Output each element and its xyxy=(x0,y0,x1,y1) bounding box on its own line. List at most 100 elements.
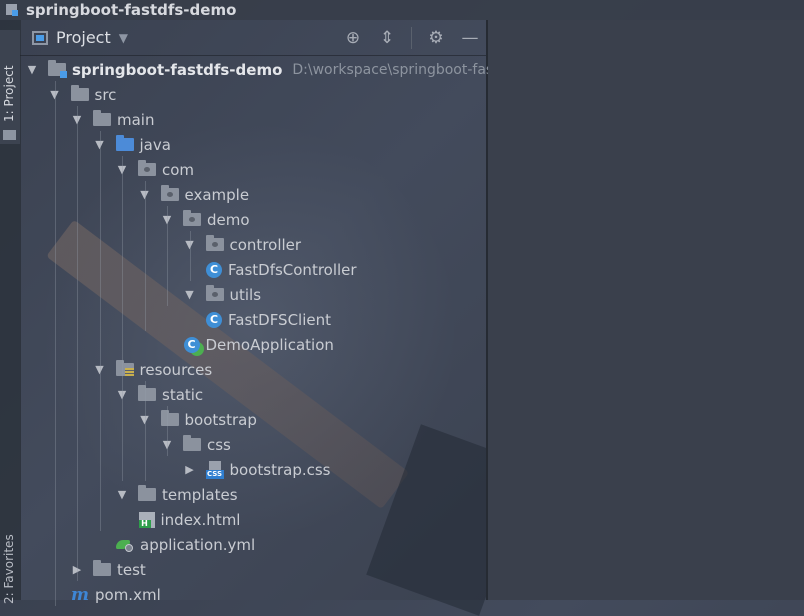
tree-item[interactable]: C FastDFSClient xyxy=(206,307,331,332)
package-icon xyxy=(205,235,224,251)
tree-item-label: java xyxy=(139,135,171,154)
tree-item-label: demo xyxy=(207,210,250,229)
tree-item[interactable]: Hindex.html xyxy=(138,507,241,532)
project-tool-tab[interactable]: 1: Project xyxy=(0,30,20,144)
tree-item[interactable]: C FastDfsController xyxy=(206,257,357,282)
source-folder-icon xyxy=(115,135,134,151)
folder-icon xyxy=(138,385,156,401)
indent-guide xyxy=(167,406,168,456)
tree-item[interactable]: ▼ css xyxy=(161,432,231,457)
folder-icon xyxy=(183,435,201,451)
project-view-selector[interactable]: Project xyxy=(56,28,111,47)
collapsed-arrow-icon[interactable]: ▶ xyxy=(184,463,196,476)
project-tool-tab-label: 1: Project xyxy=(2,65,16,122)
tree-item-label: FastDfsController xyxy=(228,260,357,279)
editor-area[interactable] xyxy=(488,20,804,600)
tree-item[interactable]: ▼ java xyxy=(94,132,171,157)
collapse-all-icon[interactable]: ⇕ xyxy=(377,28,397,48)
tree-item-label: application.yml xyxy=(140,535,256,554)
folder-icon xyxy=(93,560,111,576)
folder-icon xyxy=(138,485,156,501)
html-file-icon: H xyxy=(138,511,155,528)
tree-item-label: resources xyxy=(139,360,213,379)
tree-item-label: bootstrap.css xyxy=(229,460,331,479)
project-module-icon xyxy=(4,3,20,17)
tree-item[interactable]: C DemoApplication xyxy=(183,332,334,357)
class-icon: C xyxy=(206,311,222,328)
indent-guide xyxy=(54,81,56,606)
tree-item-label: static xyxy=(162,385,204,404)
tree-item[interactable]: ▼ demo xyxy=(161,207,250,232)
tree-item[interactable]: ▼ controller xyxy=(184,232,302,257)
indent-guide xyxy=(99,131,101,531)
tree-item[interactable]: m pom.xml xyxy=(71,582,161,607)
window-title: springboot-fastdfs-demo xyxy=(26,1,237,19)
expanded-arrow-icon[interactable]: ▼ xyxy=(184,288,196,301)
indent-guide xyxy=(144,381,146,481)
indent-guide xyxy=(77,106,78,581)
tree-item-label: index.html xyxy=(160,510,241,529)
class-icon: C xyxy=(206,261,222,278)
project-panel-header: Project ▼ ⊕ ⇕ ⚙ — xyxy=(20,20,486,56)
hide-panel-icon[interactable]: — xyxy=(460,28,480,48)
tree-item-label: DemoApplication xyxy=(205,335,334,354)
tree-item-label: FastDFSClient xyxy=(228,310,332,329)
tree-item[interactable]: ▼ utils xyxy=(184,282,262,307)
chevron-down-icon[interactable]: ▼ xyxy=(119,31,128,45)
panel-header-actions: ⊕ ⇕ ⚙ — xyxy=(343,20,480,56)
favorites-tool-tab-label: 2: Favorites xyxy=(2,534,16,604)
tree-item-label: pom.xml xyxy=(95,585,161,604)
locate-file-icon[interactable]: ⊕ xyxy=(343,28,363,48)
folder-icon xyxy=(93,110,111,126)
tree-item[interactable]: ▶ CSS bootstrap.css xyxy=(184,457,331,482)
indent-guide xyxy=(144,181,146,331)
spring-app-class-icon: C xyxy=(183,336,200,353)
tree-item[interactable]: ▼ static xyxy=(116,382,203,407)
package-icon xyxy=(138,160,156,176)
tree-item-label: templates xyxy=(162,485,238,504)
resources-folder-icon xyxy=(115,360,134,376)
folder-icon xyxy=(70,85,89,101)
package-icon xyxy=(160,185,179,201)
indent-guide xyxy=(189,231,191,281)
header-divider xyxy=(411,27,412,49)
tree-item-label: test xyxy=(117,560,146,579)
project-panel: Project ▼ ⊕ ⇕ ⚙ — ▼ springboot-fastdfs-de… xyxy=(20,20,493,606)
tree-item-label: utils xyxy=(229,285,262,304)
spring-yml-icon xyxy=(116,538,134,552)
tree-item-label: springboot-fastdfs-demo xyxy=(72,60,283,79)
folder-icon xyxy=(3,130,16,140)
indent-guide xyxy=(122,156,123,356)
tree-item-label: com xyxy=(162,160,195,179)
package-icon xyxy=(183,210,201,226)
css-file-icon: CSS xyxy=(205,460,224,479)
tree-item-label: bootstrap xyxy=(184,410,257,429)
tree-item[interactable]: ▼ src xyxy=(49,82,117,107)
tree-item-label: controller xyxy=(229,235,302,254)
tree-item-label: main xyxy=(117,110,155,129)
tree-item[interactable]: ▼ com xyxy=(116,157,194,182)
left-tool-window-strip: 1: Project 2: Favorites xyxy=(0,20,21,604)
expanded-arrow-icon[interactable]: ▼ xyxy=(26,63,38,76)
tree-item[interactable]: ▼ example xyxy=(139,182,250,207)
folder-icon xyxy=(160,410,179,426)
module-folder-icon xyxy=(48,60,67,78)
tree-item[interactable]: ▼ springboot-fastdfs-demo D:\workspace\spr… xyxy=(26,57,493,82)
package-icon xyxy=(205,285,224,301)
tree-item-label: example xyxy=(184,185,250,204)
tree-item[interactable]: ▼ bootstrap xyxy=(139,407,257,432)
gear-icon[interactable]: ⚙ xyxy=(426,28,446,48)
project-view-icon xyxy=(32,30,48,45)
tree-item-path: D:\workspace\springboot-fas xyxy=(292,61,494,78)
expanded-arrow-icon[interactable]: ▼ xyxy=(116,488,128,501)
tree-item[interactable]: ▶ test xyxy=(71,557,146,582)
indent-guide xyxy=(122,356,123,481)
tree-item[interactable]: application.yml xyxy=(116,532,255,557)
tree-item[interactable]: ▼ resources xyxy=(94,357,213,382)
maven-icon: m xyxy=(71,584,89,605)
tree-item[interactable]: ▼ main xyxy=(71,107,154,132)
window-title-bar: springboot-fastdfs-demo xyxy=(0,0,804,20)
tree-item-label: src xyxy=(94,85,117,104)
indent-guide xyxy=(167,206,168,306)
tree-item[interactable]: ▼ templates xyxy=(116,482,238,507)
